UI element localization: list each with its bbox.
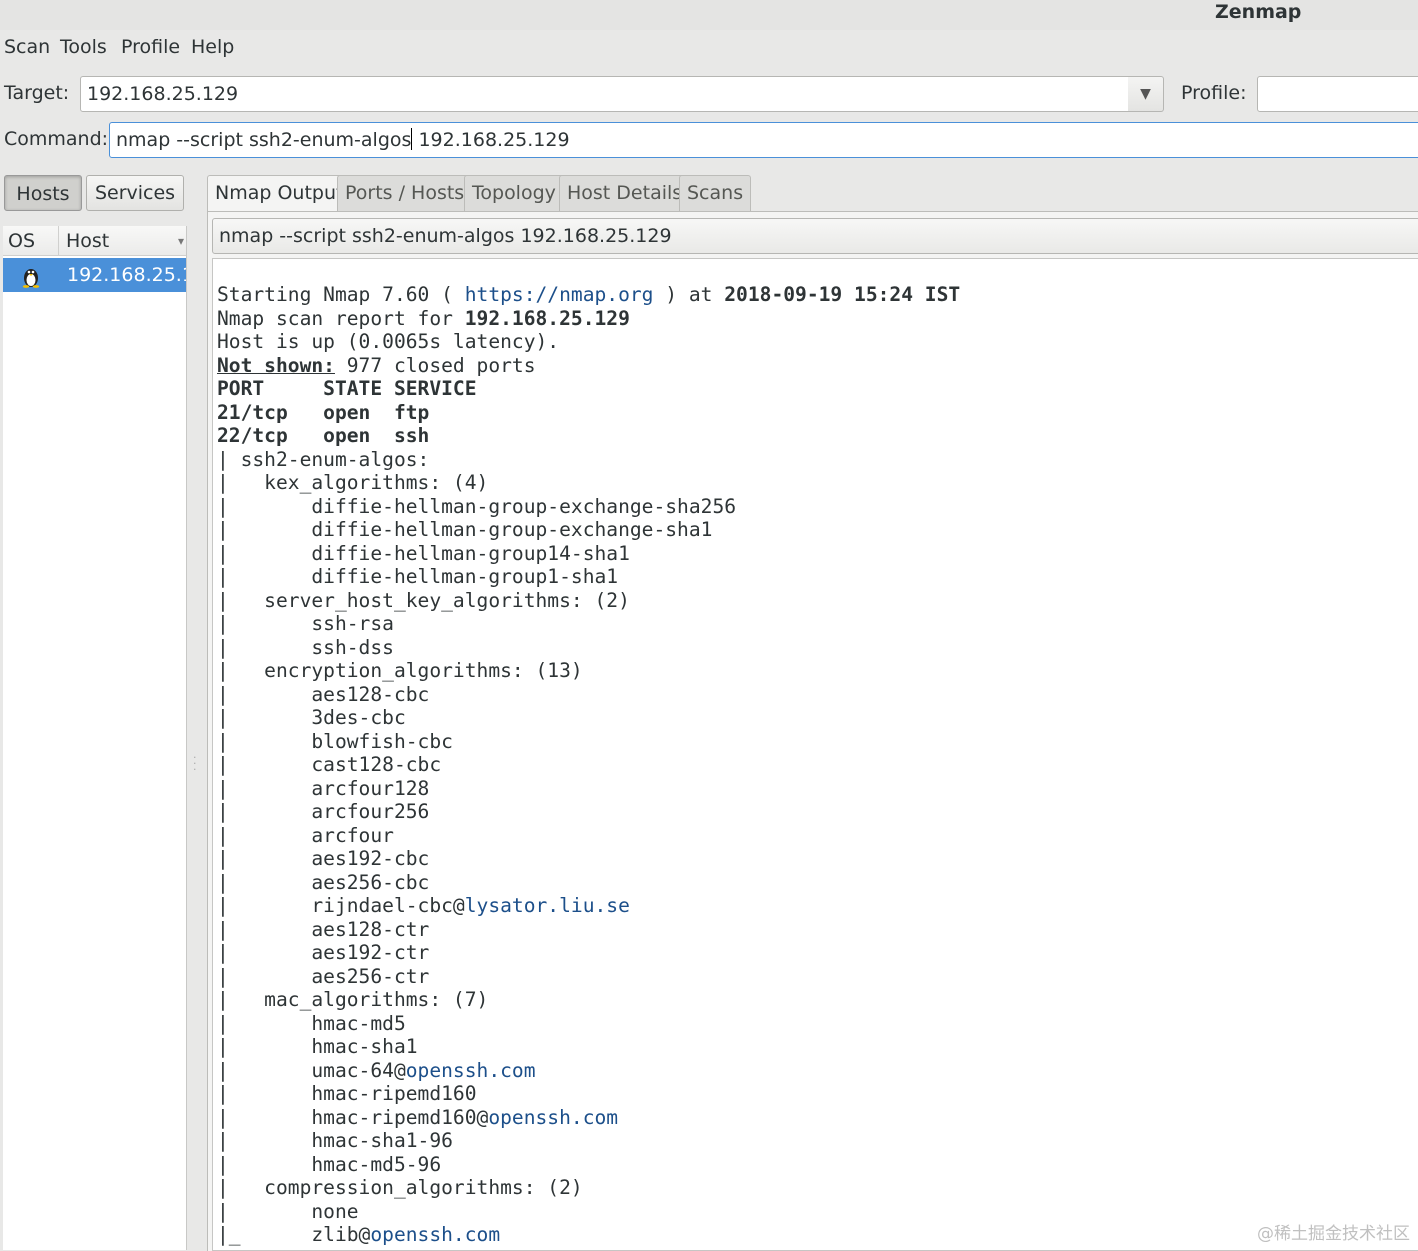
tab-nmap-output[interactable]: Nmap Output	[207, 175, 352, 213]
nmap-org-link[interactable]: https://nmap.org	[465, 283, 654, 306]
grip-dots-icon: · · ·	[193, 751, 197, 776]
target-label: Target:	[4, 82, 70, 104]
nmap-output-text[interactable]: Starting Nmap 7.60 ( https://nmap.org ) …	[212, 258, 1418, 1251]
title-bar: Zenmap	[0, 0, 1418, 30]
services-button[interactable]: Services	[86, 175, 184, 211]
hosts-button[interactable]: Hosts	[4, 175, 82, 211]
output-pre: Starting Nmap 7.60 ( https://nmap.org ) …	[217, 283, 961, 1246]
host-address: 192.168.25.129	[67, 264, 186, 286]
profile-combo[interactable]	[1257, 76, 1418, 112]
host-row[interactable]: 192.168.25.129	[3, 258, 186, 292]
command-input[interactable]: nmap --script ssh2-enum-algos 192.168.25…	[109, 122, 1418, 158]
tab-scans[interactable]: Scans	[679, 175, 752, 211]
chevron-down-icon: ▼	[1140, 86, 1151, 102]
openssh-link[interactable]: openssh.com	[488, 1106, 618, 1129]
host-column-label: Host	[66, 230, 110, 252]
menu-tools[interactable]: Tools	[60, 36, 107, 58]
command-text-after-cursor: 192.168.25.129	[412, 129, 570, 151]
command-label: Command:	[4, 128, 109, 150]
target-dropdown-button[interactable]: ▼	[1128, 76, 1164, 112]
scan-selector-combo[interactable]: nmap --script ssh2-enum-algos 192.168.25…	[212, 218, 1418, 254]
menu-help[interactable]: Help	[191, 36, 234, 58]
openssh-link[interactable]: openssh.com	[370, 1223, 500, 1246]
pane-separator[interactable]: · · ·	[187, 175, 207, 1250]
os-column-header[interactable]: OS	[3, 226, 59, 256]
lysator-link[interactable]: lysator.liu.se	[465, 894, 630, 917]
target-input[interactable]: 192.168.25.129	[80, 76, 1129, 112]
nmap-output-panel: nmap --script ssh2-enum-algos 192.168.25…	[207, 211, 1418, 1251]
menu-profile[interactable]: Profile	[121, 36, 180, 58]
sort-arrow-icon: ▾	[177, 234, 184, 248]
tab-ports-hosts[interactable]: Ports / Hosts	[337, 175, 473, 211]
host-list: OS Host ▾ 192.168.25.129	[3, 226, 187, 1250]
watermark: @稀土掘金技术社区	[1257, 1224, 1410, 1244]
linux-penguin-icon	[21, 265, 41, 288]
menu-scan[interactable]: Scan	[4, 36, 50, 58]
profile-label: Profile:	[1181, 82, 1247, 104]
host-column-header[interactable]: Host ▾	[59, 226, 186, 256]
menu-bar: Scan Tools Profile Help	[0, 34, 1418, 64]
tab-topology[interactable]: Topology	[464, 175, 564, 211]
command-text-before-cursor: nmap --script ssh2-enum-algos	[116, 129, 412, 151]
window-title: Zenmap	[1215, 1, 1302, 23]
openssh-link[interactable]: openssh.com	[406, 1059, 536, 1082]
tab-host-details[interactable]: Host Details	[559, 175, 691, 211]
